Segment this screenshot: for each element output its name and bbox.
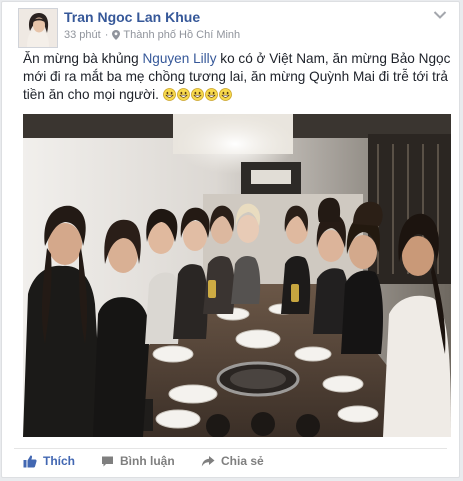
share-button[interactable]: Chia sẻ [201,454,264,468]
post-text-part: Ăn mừng bà khủng [23,51,143,66]
grinning-face-emoji [218,88,232,101]
grinning-face-emoji [162,88,176,101]
location-pin-icon [112,30,121,40]
comment-icon [102,456,113,466]
like-button[interactable]: Thích [23,454,75,468]
post-text: Ăn mừng bà khủng Nguyen Lilly ko có ở Vi… [23,50,451,104]
comment-button[interactable]: Bình luận [101,454,175,468]
post-time[interactable]: 33 phút [64,29,101,41]
grinning-face-emoji [190,88,204,101]
author-name[interactable]: Tran Ngoc Lan Khue [64,9,200,25]
post-location[interactable]: Thành phố Hồ Chí Minh [123,29,240,41]
emoji-group [162,87,233,102]
post-actions: Thích Bình luận Chia sẻ [2,450,459,476]
post-meta: 33 phút · Thành phố Hồ Chí Minh [64,29,240,41]
share-label: Chia sẻ [221,454,264,468]
news-feed-post: Tran Ngoc Lan Khue 33 phút · Thành phố H… [1,1,460,478]
meta-separator: · [104,29,109,41]
share-icon [201,455,215,466]
grinning-face-emoji [204,88,218,101]
post-photo[interactable] [23,114,451,437]
mention-link[interactable]: Nguyen Lilly [142,51,216,66]
group-photo-image [23,114,451,437]
author-avatar[interactable] [18,8,58,48]
chevron-down-icon[interactable] [433,10,447,20]
comment-label: Bình luận [120,454,175,468]
like-label: Thích [43,454,75,468]
actions-divider [14,448,447,449]
grinning-face-emoji [176,88,190,101]
thumbs-up-icon [23,455,37,468]
